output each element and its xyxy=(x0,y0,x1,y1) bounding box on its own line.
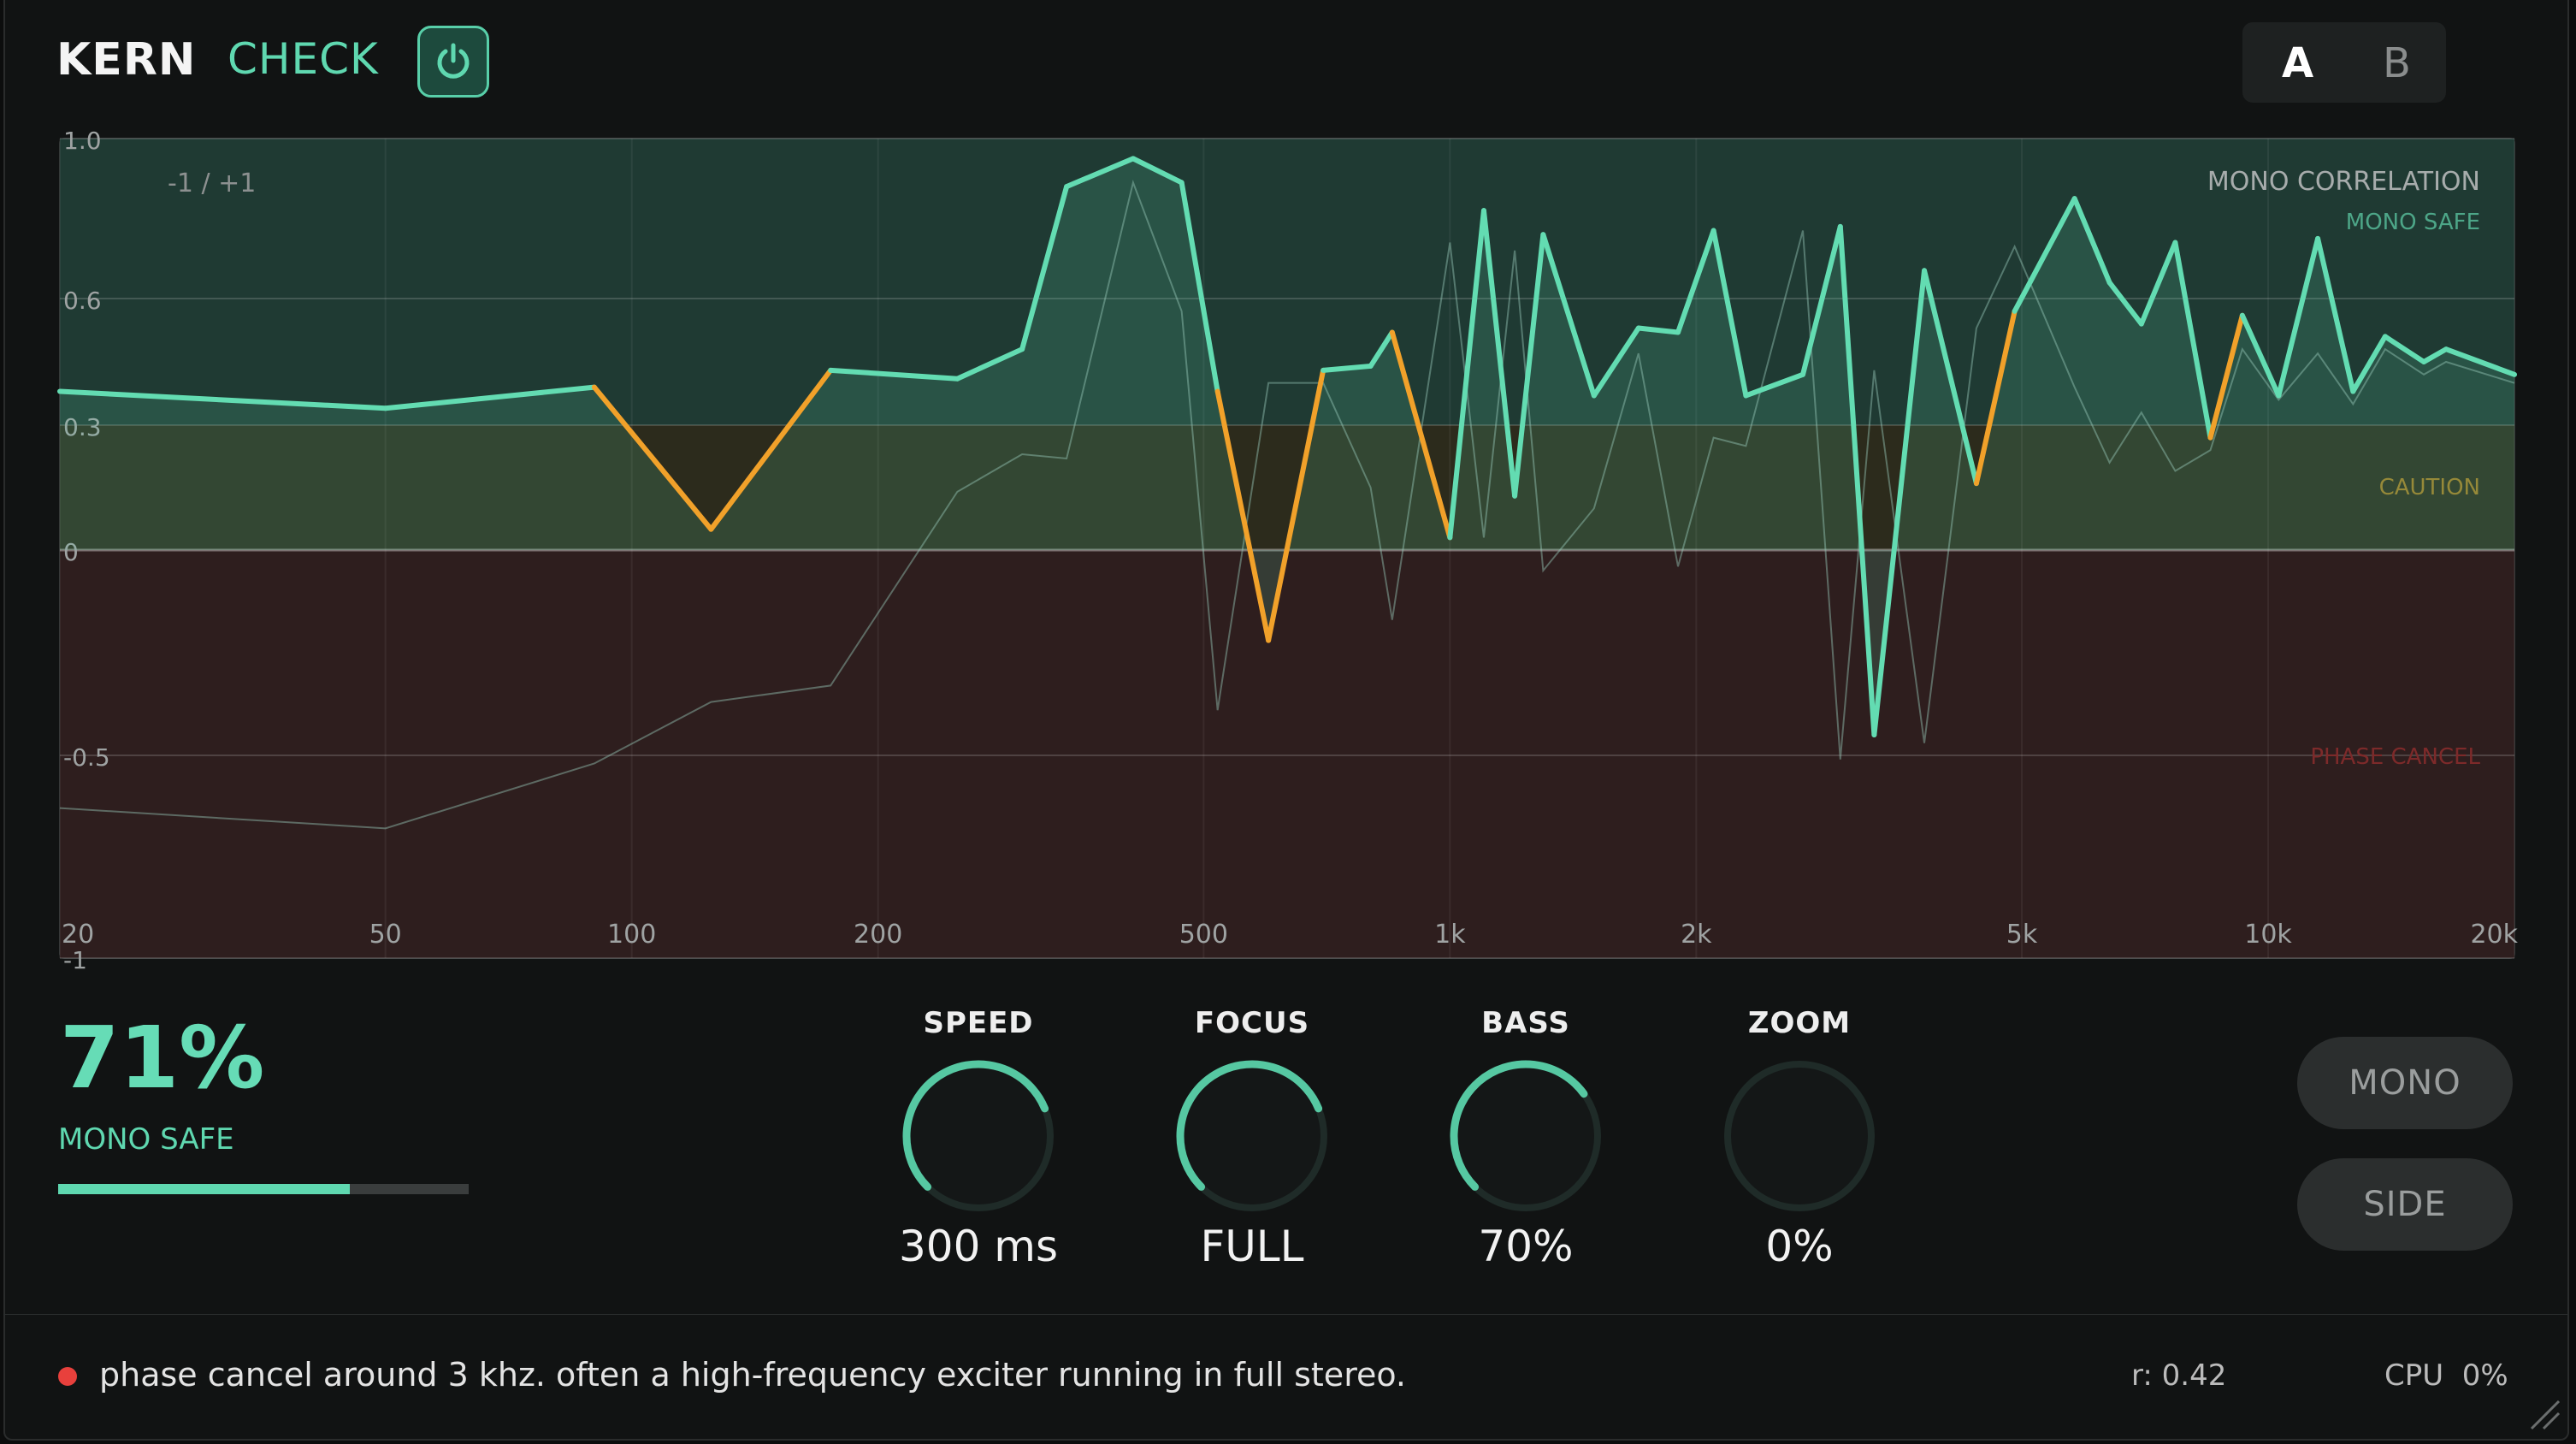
mono-safe-meter-fill xyxy=(58,1184,350,1194)
bass-value: 70% xyxy=(1478,1222,1574,1271)
knob-track xyxy=(1724,1061,1875,1211)
zone-label: MONO SAFE xyxy=(2346,210,2480,235)
zoom-knob[interactable] xyxy=(1721,1057,1878,1215)
x-tick-label: 20k xyxy=(2470,920,2518,950)
speed-value: 300 ms xyxy=(898,1222,1059,1271)
x-tick-label: 100 xyxy=(607,920,656,950)
x-tick-label: 200 xyxy=(854,920,902,950)
y-tick-label: 1.0 xyxy=(63,127,102,155)
zoom-label: ZOOM xyxy=(1747,1006,1852,1040)
focus-label: FOCUS xyxy=(1194,1006,1310,1040)
cpu-label: CPU xyxy=(2384,1358,2444,1393)
focus-knob-group: FOCUS FULL xyxy=(1167,1006,1338,1271)
bass-label: BASS xyxy=(1481,1006,1570,1040)
y-tick-label: 0.6 xyxy=(63,287,102,315)
bass-knob[interactable] xyxy=(1447,1057,1604,1215)
speed-knob-group: SPEED 300 ms xyxy=(893,1006,1064,1271)
x-tick-label: 50 xyxy=(369,920,402,950)
side-button[interactable]: SIDE xyxy=(2297,1158,2513,1251)
zoom-value: 0% xyxy=(1765,1222,1834,1271)
focus-knob[interactable] xyxy=(1173,1057,1331,1215)
correlation-chart: 1.00.60.30-0.5-120501002005001k2k5k10k20… xyxy=(57,127,2519,974)
mono-safe-percent: 71% xyxy=(60,1008,265,1108)
x-tick-label: 5k xyxy=(2006,920,2038,950)
x-tick-label: 2k xyxy=(1681,920,1712,950)
zone-phase-cancel xyxy=(60,550,2514,958)
speed-knob[interactable] xyxy=(900,1057,1057,1215)
zone-label: PHASE CANCEL xyxy=(2310,744,2480,770)
cpu-readout: CPU 0% xyxy=(2384,1358,2508,1393)
x-tick-label: 1k xyxy=(1434,920,1466,950)
chart-title: MONO CORRELATION xyxy=(2207,167,2480,197)
y-tick-label: -1 xyxy=(63,946,87,974)
mono-button[interactable]: MONO xyxy=(2297,1037,2513,1129)
focus-value: FULL xyxy=(1200,1222,1304,1271)
x-tick-label: 500 xyxy=(1179,920,1228,950)
range-label: -1 / +1 xyxy=(168,169,256,198)
x-tick-label: 20 xyxy=(62,920,94,950)
mono-safe-label: MONO SAFE xyxy=(58,1122,234,1157)
zoom-knob-group: ZOOM 0% xyxy=(1714,1006,1885,1271)
correlation-readout: r: 0.42 xyxy=(2131,1358,2227,1393)
cpu-value: 0% xyxy=(2461,1358,2508,1393)
status-indicator-icon xyxy=(58,1367,77,1386)
mono-safe-meter xyxy=(58,1184,469,1194)
status-divider xyxy=(3,1314,2567,1315)
resize-grip-icon[interactable] xyxy=(2525,1394,2562,1432)
y-tick-label: -0.5 xyxy=(63,743,110,772)
status-message: phase cancel around 3 khz. often a high-… xyxy=(99,1356,1407,1394)
bass-knob-group: BASS 70% xyxy=(1440,1006,1611,1271)
speed-label: SPEED xyxy=(923,1006,1034,1040)
x-tick-label: 10k xyxy=(2244,920,2292,950)
